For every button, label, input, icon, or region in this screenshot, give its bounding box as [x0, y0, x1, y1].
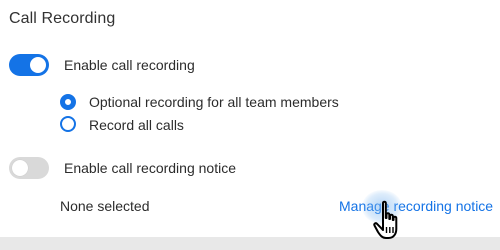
- hand-pointer-icon: [373, 200, 398, 239]
- toggle-knob: [30, 57, 46, 73]
- call-recording-panel: Call Recording Enable call recording Opt…: [0, 0, 500, 237]
- section-title: Call Recording: [9, 10, 116, 27]
- footer-divider: [0, 237, 500, 250]
- enable-recording-notice-label: Enable call recording notice: [64, 160, 236, 176]
- enable-call-recording-label: Enable call recording: [64, 57, 195, 73]
- record-all-calls-radio[interactable]: [60, 116, 76, 132]
- optional-recording-label: Optional recording for all team members: [89, 94, 339, 110]
- enable-call-recording-toggle[interactable]: [9, 54, 49, 76]
- record-all-calls-label: Record all calls: [89, 117, 184, 133]
- optional-recording-radio[interactable]: [60, 94, 76, 110]
- notice-status-text: None selected: [60, 198, 150, 214]
- toggle-knob: [12, 160, 28, 176]
- enable-recording-notice-toggle[interactable]: [9, 157, 49, 179]
